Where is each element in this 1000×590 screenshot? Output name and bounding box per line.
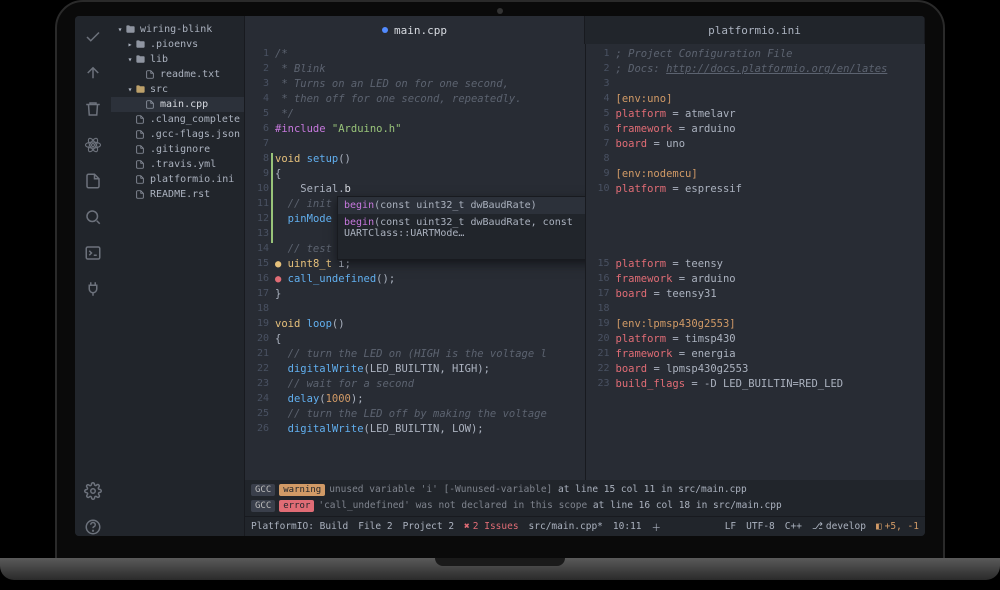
tab-label: platformio.ini — [708, 24, 801, 37]
laptop-shadow — [20, 580, 980, 586]
tree-item--pioenvs[interactable]: ▸.pioenvs — [111, 37, 244, 52]
tree-item-lib[interactable]: ▾lib — [111, 52, 244, 67]
check-icon[interactable] — [84, 28, 102, 46]
tree-item--gcc-flags-json[interactable]: .gcc-flags.json — [111, 127, 244, 142]
camera-dot — [497, 8, 503, 14]
activity-bar — [75, 16, 111, 536]
right-editor-pane[interactable]: 12345678910151617181920212223 ; Project … — [586, 44, 926, 480]
status-git-text: +5, -1 — [885, 521, 919, 532]
status-cursor[interactable]: 10:11 — [613, 521, 642, 532]
autocomplete-item[interactable]: begin(const uint32_t dwBaudRate, const U… — [338, 214, 586, 242]
diagnostic-warning[interactable]: GCCwarningunused variable 'i' [-Wunused-… — [251, 482, 919, 498]
tree-item-main-cpp[interactable]: main.cpp — [111, 97, 244, 112]
status-issues[interactable]: ✖ 2 Issues — [464, 521, 519, 532]
tree-item-src[interactable]: ▾src — [111, 82, 244, 97]
status-project[interactable]: Project 2 — [403, 521, 454, 532]
atom-icon[interactable] — [84, 136, 102, 154]
status-issues-text: 2 Issues — [473, 521, 519, 532]
editor-tabs: main.cpp platformio.ini — [245, 16, 925, 44]
status-file[interactable]: File 2 — [358, 521, 392, 532]
status-bar: PlatformIO: Build File 2 Project 2 ✖ 2 I… — [245, 516, 925, 536]
laptop-frame: ▾wiring-blink▸.pioenvs▾libreadme.txt▾src… — [55, 0, 945, 560]
left-editor-pane[interactable]: 1234567891011121314151617181920212223242… — [245, 44, 586, 480]
upload-icon[interactable] — [84, 64, 102, 82]
status-lf[interactable]: LF — [725, 521, 736, 532]
tree-item--clang_complete[interactable]: .clang_complete — [111, 112, 244, 127]
status-build[interactable]: PlatformIO: Build — [251, 521, 348, 532]
tree-item-wiring-blink[interactable]: ▾wiring-blink — [111, 22, 244, 37]
gear-icon[interactable] — [84, 482, 102, 500]
tree-item--gitignore[interactable]: .gitignore — [111, 142, 244, 157]
plug-icon[interactable] — [84, 280, 102, 298]
editor-screen: ▾wiring-blink▸.pioenvs▾libreadme.txt▾src… — [75, 16, 925, 536]
tree-item-readme-txt[interactable]: readme.txt — [111, 67, 244, 82]
tab-platformio-ini[interactable]: platformio.ini — [585, 16, 925, 44]
new-file-icon[interactable] — [84, 172, 102, 190]
search-icon[interactable] — [84, 208, 102, 226]
status-branch-text: develop — [826, 521, 866, 532]
diagnostics-panel[interactable]: GCCwarningunused variable 'i' [-Wunused-… — [245, 480, 925, 516]
autocomplete-item[interactable]: begin(const uint32_t dwBaudRate)void — [338, 197, 586, 214]
tab-main-cpp[interactable]: main.cpp — [245, 16, 585, 44]
status-plus-icon[interactable]: ＋ — [652, 520, 662, 534]
status-encoding[interactable]: UTF-8 — [746, 521, 775, 532]
status-path: src/main.cpp* — [529, 521, 603, 532]
status-branch[interactable]: ⎇ develop — [812, 521, 866, 532]
help-icon[interactable] — [84, 518, 102, 536]
file-tree[interactable]: ▾wiring-blink▸.pioenvs▾libreadme.txt▾src… — [111, 16, 245, 536]
autocomplete-popup[interactable]: begin(const uint32_t dwBaudRate)voidbegi… — [337, 196, 586, 260]
modified-dot-icon — [382, 27, 388, 33]
tree-item-README-rst[interactable]: README.rst — [111, 187, 244, 202]
status-lang[interactable]: C++ — [785, 521, 802, 532]
tree-item--travis-yml[interactable]: .travis.yml — [111, 157, 244, 172]
trash-icon[interactable] — [84, 100, 102, 118]
laptop-base — [0, 558, 1000, 580]
status-git-diff[interactable]: ◧+5, -1 — [876, 521, 919, 532]
tree-item-platformio-ini[interactable]: platformio.ini — [111, 172, 244, 187]
diagnostic-error[interactable]: GCCerror'call_undefined' was not declare… — [251, 498, 919, 514]
terminal-icon[interactable] — [84, 244, 102, 262]
autocomplete-item[interactable]: void — [338, 242, 586, 259]
tab-label: main.cpp — [394, 24, 447, 37]
